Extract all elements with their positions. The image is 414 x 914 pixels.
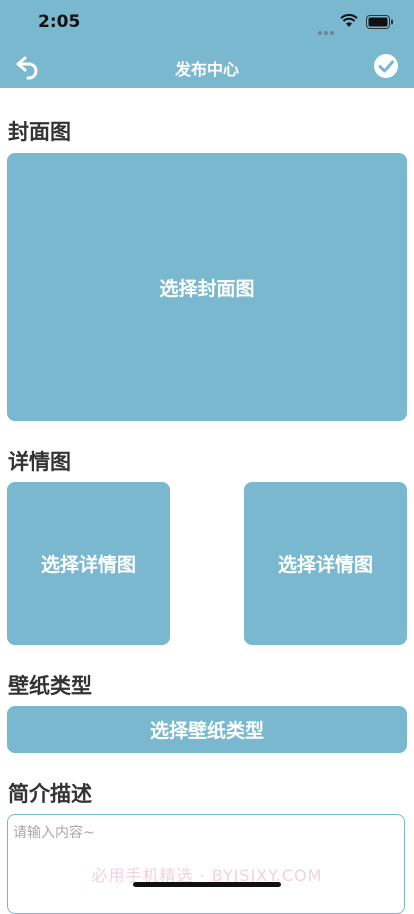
battery-icon [366,15,393,29]
detail-section-title: 详情图 [8,450,71,474]
home-indicator [133,882,281,887]
select-detail-button-right[interactable]: 选择详情图 [244,482,407,645]
nav-bar: 发布中心 [0,44,414,88]
select-detail-label: 选择详情图 [277,554,373,576]
page-title: 发布中心 [174,60,239,79]
description-placeholder: 请输入内容~ [13,825,95,841]
signal-dots-icon [318,20,336,39]
select-cover-button[interactable]: 选择封面图 [7,153,407,421]
wifi-icon [340,14,358,27]
select-wallpaper-type-label: 选择壁纸类型 [149,720,264,742]
status-bar: 2:05 [0,0,414,44]
description-section-title: 简介描述 [8,782,92,806]
wallpaper-type-section-title: 壁纸类型 [8,674,92,698]
select-detail-button-left[interactable]: 选择详情图 [7,482,170,645]
check-circle-icon[interactable] [373,53,399,79]
select-wallpaper-type-button[interactable]: 选择壁纸类型 [7,706,407,753]
select-cover-label: 选择封面图 [159,277,255,300]
cover-section-title: 封面图 [8,120,71,144]
status-time: 2:05 [38,12,81,32]
select-detail-label: 选择详情图 [40,554,136,576]
